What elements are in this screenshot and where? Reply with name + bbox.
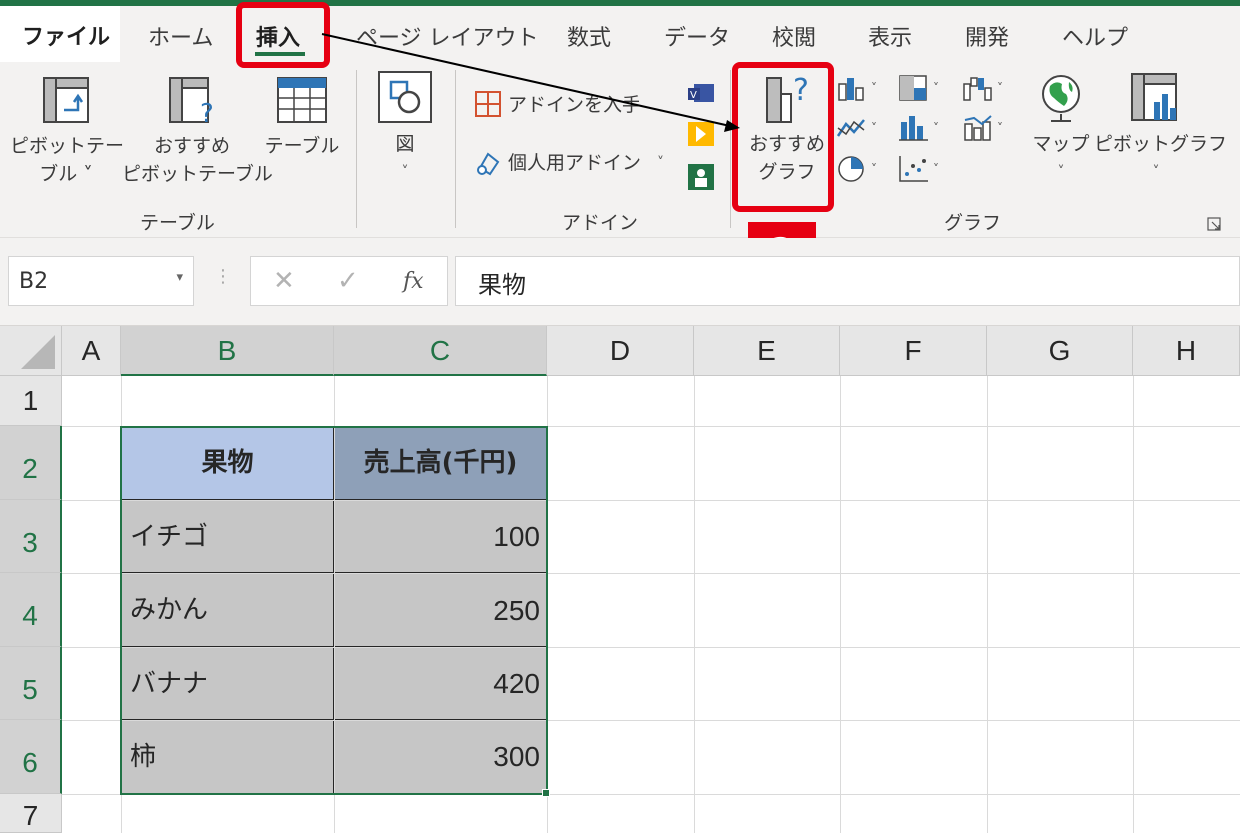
formula-input[interactable]: 果物 xyxy=(455,256,1240,306)
row-header-2[interactable]: 2 xyxy=(0,426,62,500)
cancel-icon[interactable]: ✕ xyxy=(273,266,295,296)
column-header-g[interactable]: G xyxy=(987,326,1133,376)
column-header-d[interactable]: D xyxy=(547,326,694,376)
column-header-f[interactable]: F xyxy=(840,326,987,376)
gridline xyxy=(987,376,988,833)
gridline xyxy=(1133,376,1134,833)
insert-function-icon[interactable]: fx xyxy=(403,269,424,294)
column-header-h[interactable]: H xyxy=(1133,326,1240,376)
name-box[interactable]: B2 ▾ xyxy=(8,256,194,306)
row-header-4[interactable]: 4 xyxy=(0,573,62,647)
column-header-c[interactable]: C xyxy=(334,326,547,376)
formula-buttons: ✕ ✓ fx xyxy=(250,256,448,306)
drag-handle-icon[interactable]: ⋮ xyxy=(214,266,232,287)
row-header-7[interactable]: 7 xyxy=(0,794,62,833)
selection-range-border xyxy=(120,426,548,795)
column-header-b[interactable]: B xyxy=(121,326,334,376)
formula-bar-area: B2 ▾ ⋮ ✕ ✓ fx 果物 xyxy=(0,238,1240,326)
name-box-dropdown-icon[interactable]: ▾ xyxy=(176,270,183,285)
worksheet-grid[interactable]: A B C D E F G H 1 2 3 4 5 6 7 果物 売上高(千円)… xyxy=(0,326,1240,833)
fill-handle[interactable] xyxy=(542,789,550,797)
row-header-3[interactable]: 3 xyxy=(0,500,62,573)
name-box-value: B2 xyxy=(19,269,49,294)
select-all-corner[interactable] xyxy=(0,326,62,376)
enter-check-icon[interactable]: ✓ xyxy=(337,266,359,296)
column-header-a[interactable]: A xyxy=(62,326,121,376)
gridline xyxy=(694,376,695,833)
row-header-6[interactable]: 6 xyxy=(0,720,62,794)
row-header-5[interactable]: 5 xyxy=(0,647,62,720)
gridline xyxy=(840,376,841,833)
row-header-1[interactable]: 1 xyxy=(0,376,62,426)
column-header-e[interactable]: E xyxy=(694,326,840,376)
